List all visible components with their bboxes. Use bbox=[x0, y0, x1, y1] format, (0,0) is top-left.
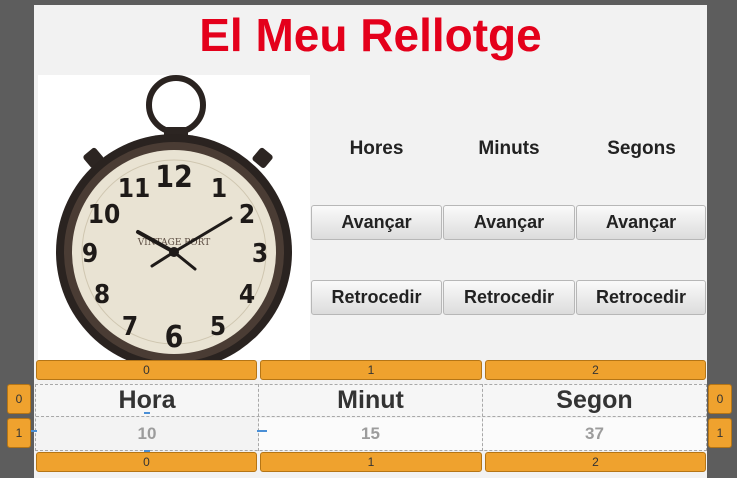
column-tab-bottom-0[interactable]: 0 bbox=[36, 452, 257, 472]
advance-minutes-button[interactable]: Avançar bbox=[443, 205, 575, 240]
rewind-minutes-button[interactable]: Retrocedir bbox=[443, 280, 575, 315]
clock-image: 12 1 2 3 4 5 6 7 8 9 10 11 VINTAGE PORT bbox=[38, 75, 310, 370]
column-tab-top-2[interactable]: 2 bbox=[485, 360, 706, 380]
rewind-seconds-button[interactable]: Retrocedir bbox=[576, 280, 706, 315]
dial-3: 3 bbox=[252, 239, 268, 269]
row-tab-left-0[interactable]: 0 bbox=[7, 384, 31, 414]
dial-5: 5 bbox=[210, 312, 226, 342]
column-tab-top-1[interactable]: 1 bbox=[260, 360, 482, 380]
dial-12: 12 bbox=[155, 160, 193, 195]
selection-handle-right[interactable] bbox=[257, 430, 267, 432]
dial-9: 9 bbox=[82, 239, 98, 269]
dial-4: 4 bbox=[239, 280, 255, 310]
hours-label: Hores bbox=[349, 138, 404, 159]
minutes-label: Minuts bbox=[478, 138, 540, 159]
advance-hours-button[interactable]: Avançar bbox=[311, 205, 442, 240]
seconds-label: Segons bbox=[607, 138, 676, 159]
grid-outline bbox=[35, 384, 707, 451]
dial-7: 7 bbox=[122, 312, 138, 342]
dial-11: 11 bbox=[118, 174, 151, 204]
column-tab-top-0[interactable]: 0 bbox=[36, 360, 257, 380]
row-tab-right-0[interactable]: 0 bbox=[708, 384, 732, 414]
dial-6: 6 bbox=[165, 320, 184, 355]
rewind-hours-button[interactable]: Retrocedir bbox=[311, 280, 442, 315]
dial-10: 10 bbox=[88, 200, 121, 230]
row-tab-right-1[interactable]: 1 bbox=[708, 418, 732, 448]
dial-1: 1 bbox=[211, 174, 227, 204]
column-tab-bottom-1[interactable]: 1 bbox=[260, 452, 482, 472]
dial-2: 2 bbox=[239, 200, 255, 230]
row-tab-left-1[interactable]: 1 bbox=[7, 418, 31, 448]
page-title: El Meu Rellotge bbox=[199, 9, 542, 61]
selection-handle-top[interactable] bbox=[144, 412, 150, 418]
advance-seconds-button[interactable]: Avançar bbox=[576, 205, 706, 240]
column-tab-bottom-2[interactable]: 2 bbox=[485, 452, 706, 472]
dial-8: 8 bbox=[94, 280, 110, 310]
